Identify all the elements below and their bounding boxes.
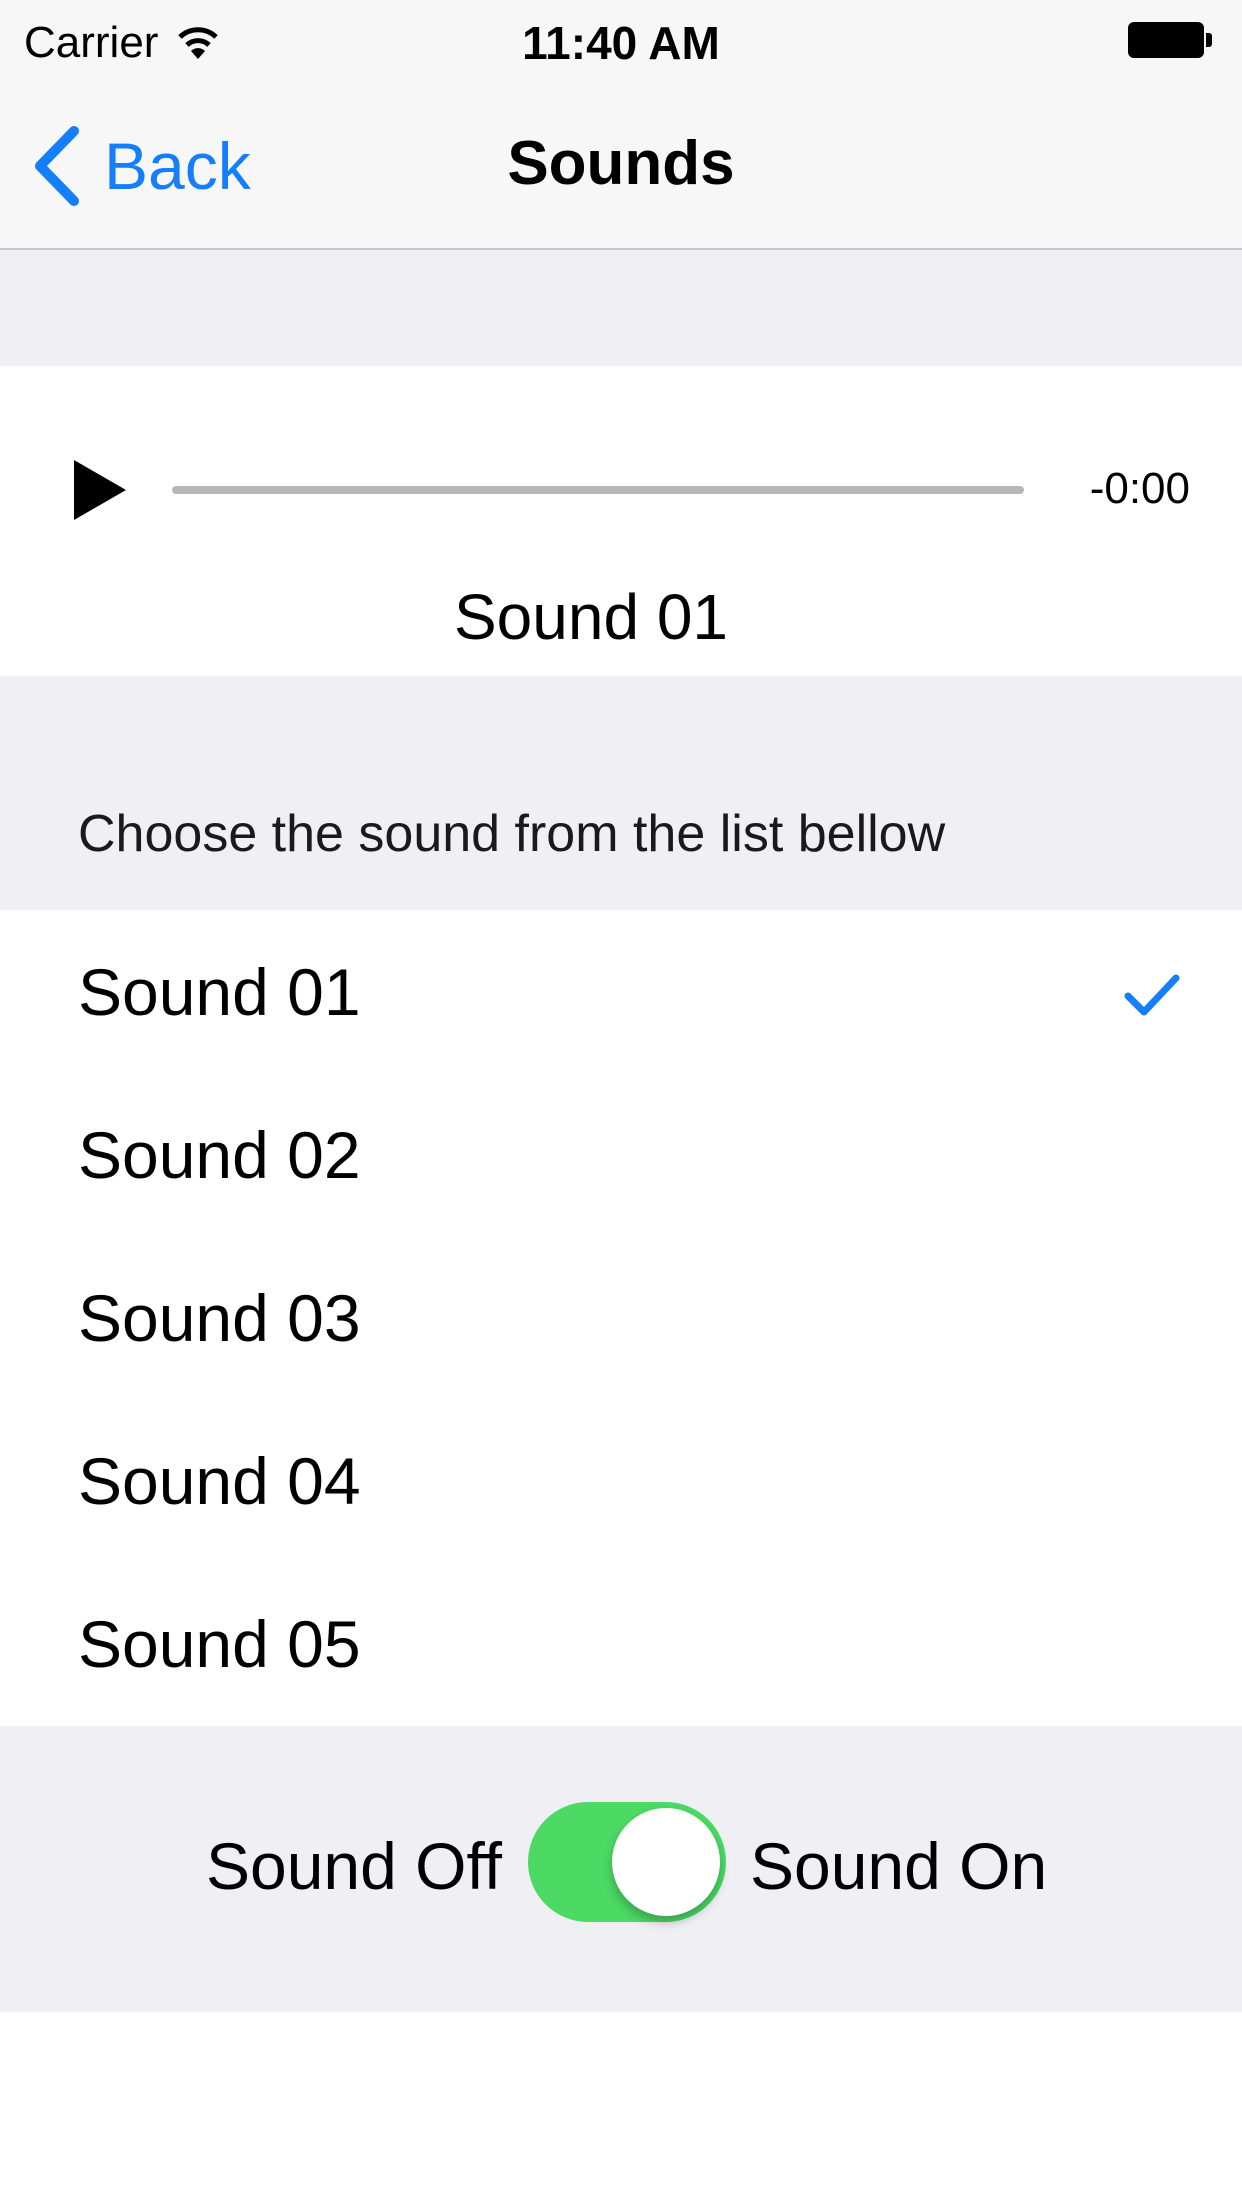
list-item-label: Sound 03 xyxy=(78,1281,361,1355)
section-header-text: Choose the sound from the list bellow xyxy=(78,805,946,863)
list-item[interactable]: Sound 03 xyxy=(0,1236,1242,1399)
navigation-bar: Back Sounds xyxy=(0,84,1242,250)
sound-off-label: Sound Off xyxy=(206,1829,503,1903)
now-playing-title: Sound 01 xyxy=(453,581,729,653)
switch-knob xyxy=(612,1808,720,1916)
list-item[interactable]: Sound 02 xyxy=(0,1073,1242,1236)
section-header xyxy=(0,676,1242,910)
list-item[interactable]: Sound 01 xyxy=(0,910,1242,1073)
section-spacer xyxy=(0,250,1242,366)
list-item-label: Sound 02 xyxy=(78,1118,361,1192)
list-item[interactable]: Sound 04 xyxy=(0,1399,1242,1562)
play-icon[interactable] xyxy=(72,458,128,522)
page-title: Sounds xyxy=(507,129,735,198)
list-item-label: Sound 04 xyxy=(78,1444,361,1518)
status-bar: Carrier 11:40 AM xyxy=(0,0,1242,84)
list-item-label: Sound 01 xyxy=(78,955,361,1029)
checkmark-icon xyxy=(1124,974,1180,1016)
list-item-label: Sound 05 xyxy=(78,1607,361,1681)
sound-list: Sound 01 Sound 02 Sound 03 Sound 04 Soun… xyxy=(0,910,1242,1725)
sound-toggle-switch[interactable] xyxy=(528,1802,726,1922)
status-time: 11:40 AM xyxy=(522,17,720,69)
time-remaining: -0:00 xyxy=(1089,464,1190,513)
playback-progress-bar[interactable] xyxy=(172,486,1024,494)
sound-on-label: Sound On xyxy=(750,1829,1048,1903)
battery-icon xyxy=(1128,22,1212,58)
list-item[interactable]: Sound 05 xyxy=(0,1562,1242,1725)
